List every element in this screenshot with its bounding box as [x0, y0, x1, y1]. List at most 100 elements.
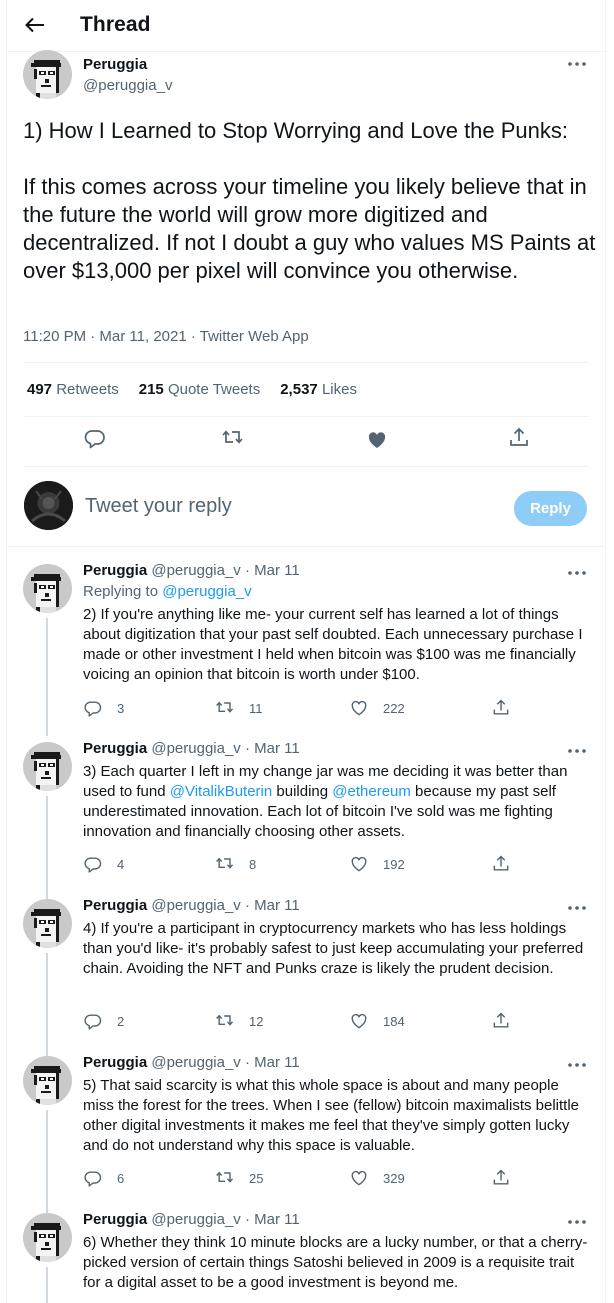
author-name[interactable]: Peruggia — [83, 740, 147, 757]
tweet-actions: 6 25 329 — [83, 1168, 523, 1190]
thread-line — [46, 618, 48, 736]
arrow-left-icon[interactable] — [24, 14, 46, 36]
reply-action[interactable]: 2 — [83, 1011, 124, 1031]
reply-action[interactable]: 3 — [83, 698, 124, 718]
tweet-text: 5) That said scarcity is what this whole… — [83, 1077, 580, 1154]
avatar[interactable] — [23, 1056, 72, 1105]
reply-icon — [84, 1171, 102, 1187]
tweet-header: Peruggia @peruggia_v · Mar 11 — [83, 740, 300, 757]
share-icon — [493, 1169, 509, 1185]
thread-tweet[interactable]: Peruggia @peruggia_v · Mar 11 4) If you'… — [7, 897, 605, 1057]
reply-action[interactable]: 4 — [83, 854, 124, 874]
reply-button[interactable]: Reply — [514, 491, 587, 526]
divider — [23, 362, 589, 363]
heart-icon — [351, 856, 367, 872]
author-handle[interactable]: @peruggia_v — [83, 77, 172, 94]
share-action[interactable] — [491, 1011, 511, 1031]
heart-icon — [351, 1170, 367, 1186]
author-handle[interactable]: @peruggia_v · Mar 11 — [151, 740, 299, 757]
retweet-count: 12 — [249, 1013, 264, 1029]
heart-icon[interactable] — [365, 428, 389, 452]
share-icon[interactable] — [507, 426, 531, 450]
tweet-text: 3) Each quarter I left in my change jar … — [83, 763, 568, 840]
author-handle[interactable]: @peruggia_v · Mar 11 — [151, 897, 299, 914]
more-icon[interactable] — [567, 748, 587, 754]
thread-tweet[interactable]: Peruggia @peruggia_v · Mar 11 3) Each qu… — [7, 740, 605, 900]
divider — [23, 416, 589, 417]
more-icon[interactable] — [567, 1219, 587, 1225]
share-action[interactable] — [491, 854, 511, 874]
divider — [7, 546, 605, 547]
avatar[interactable] — [23, 1213, 72, 1262]
more-icon[interactable] — [567, 1062, 587, 1068]
retweet-count: 8 — [249, 856, 257, 872]
reply-input[interactable]: Tweet your reply — [85, 495, 232, 518]
mention-link[interactable]: @ethereum — [332, 783, 411, 800]
avatar[interactable] — [23, 50, 72, 99]
likes-stat[interactable]: 2,537 Likes — [280, 381, 357, 398]
like-count: 184 — [383, 1013, 405, 1029]
tweet-actions: 3 11 222 — [83, 698, 523, 720]
like-action[interactable]: 222 — [349, 698, 405, 718]
author-handle[interactable]: @peruggia_v · Mar 11 — [151, 562, 299, 579]
tweet-header: Peruggia @peruggia_v · Mar 11 — [83, 897, 300, 914]
reply-action[interactable]: 6 — [83, 1168, 124, 1188]
retweet-action[interactable]: 11 — [215, 698, 263, 718]
tweet-timestamp[interactable]: 11:20 PM · Mar 11, 2021 · Twitter Web Ap… — [23, 328, 309, 345]
author-name[interactable]: Peruggia — [83, 897, 147, 914]
reply-count: 3 — [117, 700, 125, 716]
retweet-action[interactable]: 8 — [215, 854, 256, 874]
reply-icon — [84, 701, 102, 717]
replying-to: Replying to @peruggia_v — [83, 583, 252, 600]
retweet-action[interactable]: 25 — [215, 1168, 263, 1188]
like-count: 329 — [383, 1170, 405, 1186]
reply-count: 2 — [117, 1013, 125, 1029]
tweet-actions — [7, 424, 605, 454]
like-action[interactable]: 184 — [349, 1011, 405, 1031]
mention-link[interactable]: @VitalikButerin — [170, 783, 273, 800]
author-name[interactable]: Peruggia — [83, 56, 147, 73]
tweet-header: Peruggia @peruggia_v · Mar 11 — [83, 1054, 300, 1071]
thread-tweet[interactable]: Peruggia @peruggia_v · Mar 11 Replying t… — [7, 562, 605, 736]
share-icon — [493, 699, 509, 715]
author-handle[interactable]: @peruggia_v · Mar 11 — [151, 1211, 299, 1228]
author-handle[interactable]: @peruggia_v · Mar 11 — [151, 1054, 299, 1071]
mention-link[interactable]: @peruggia_v — [162, 583, 251, 600]
retweet-action[interactable]: 12 — [215, 1011, 263, 1031]
retweet-count: 25 — [249, 1170, 264, 1186]
avatar[interactable] — [23, 564, 72, 613]
thread-line — [46, 1110, 48, 1214]
avatar[interactable] — [23, 899, 72, 948]
more-icon[interactable] — [567, 905, 587, 911]
author-name[interactable]: Peruggia — [83, 562, 147, 579]
thread-tweet[interactable]: Peruggia @peruggia_v · Mar 11 6) Whether… — [7, 1211, 605, 1303]
avatar[interactable] — [24, 481, 73, 530]
like-action[interactable]: 329 — [349, 1168, 405, 1188]
reply-icon[interactable] — [83, 426, 107, 450]
thread-tweet[interactable]: Peruggia @peruggia_v · Mar 11 5) That sa… — [7, 1054, 605, 1214]
more-icon[interactable] — [567, 570, 587, 576]
quote-tweets-stat[interactable]: 215 Quote Tweets — [139, 381, 260, 398]
share-action[interactable] — [491, 1168, 511, 1188]
heart-icon — [351, 1013, 367, 1029]
divider — [23, 466, 589, 467]
author-name[interactable]: Peruggia — [83, 1054, 147, 1071]
retweet-icon — [215, 1171, 234, 1183]
like-count: 222 — [383, 700, 405, 716]
thread-line — [46, 1267, 48, 1303]
avatar[interactable] — [23, 742, 72, 791]
tweet-header: Peruggia @peruggia_v · Mar 11 — [83, 562, 300, 579]
like-action[interactable]: 192 — [349, 854, 405, 874]
retweet-icon[interactable] — [221, 426, 245, 450]
share-icon — [493, 1012, 509, 1028]
thread-panel: Thread Peruggia @peruggia_v 1) How I Lea… — [6, 0, 606, 1303]
tweet-text: 6) Whether they think 10 minute blocks a… — [83, 1234, 588, 1291]
author-name[interactable]: Peruggia — [83, 1211, 147, 1228]
more-icon[interactable] — [567, 61, 587, 67]
tweet-stats: 497 Retweets 215 Quote Tweets 2,537 Like… — [27, 381, 357, 398]
share-action[interactable] — [491, 698, 511, 718]
retweets-stat[interactable]: 497 Retweets — [27, 381, 119, 398]
share-icon — [493, 855, 509, 871]
reply-count: 4 — [117, 856, 125, 872]
thread-line — [46, 953, 48, 1057]
